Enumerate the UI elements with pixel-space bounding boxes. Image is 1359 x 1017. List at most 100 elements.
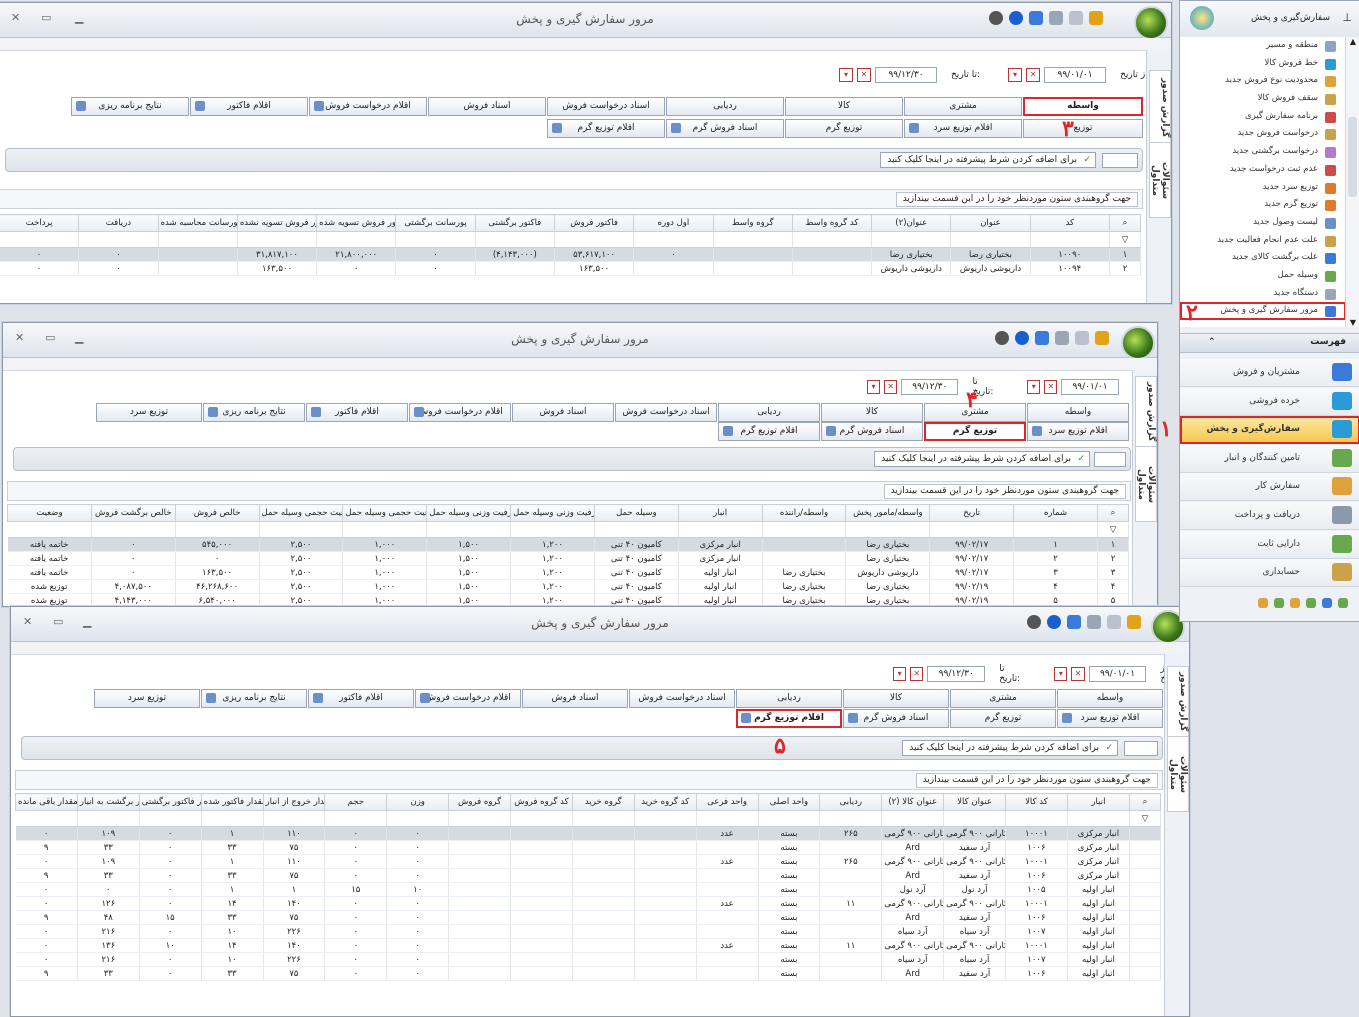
filter-cell[interactable] [316,231,397,248]
column-header[interactable]: تاریخ [929,504,1015,522]
column-header[interactable]: ردیابی [819,793,883,811]
tab[interactable]: نتایج برنامه ریزی [201,689,307,708]
category-item[interactable]: خرده فروشی [1180,387,1359,416]
filter-cell[interactable] [426,521,512,538]
column-header[interactable]: پرداخت [0,214,80,232]
tab[interactable]: اسناد فروش [522,689,628,708]
filter-cell[interactable] [91,521,176,538]
calendar-icon[interactable]: ▾ [1054,667,1068,681]
filter-box[interactable] [1102,153,1138,168]
filter-cell[interactable] [7,521,92,538]
filter-cell[interactable] [762,521,847,538]
filter-cell[interactable] [792,231,873,248]
filter-row[interactable]: ▽ [0,231,1141,248]
filter-cell[interactable] [943,810,1006,827]
tab[interactable]: اقلام توزیع گرم [547,119,665,138]
filter-cell[interactable] [158,231,238,248]
bar-icon[interactable] [1306,598,1316,608]
filter-row[interactable]: ▽ [7,521,1129,538]
filter-cell[interactable] [1067,810,1131,827]
from-date-input[interactable]: ۹۹/۰۱/۰۱ [1061,379,1119,395]
from-date-input[interactable]: ۹۹/۰۱/۰۱ [1088,666,1147,682]
tab[interactable]: ردیابی [666,97,784,116]
filter-cell[interactable] [139,810,202,827]
filter-cell[interactable] [201,810,264,827]
tab[interactable]: اسناد فروش [428,97,546,116]
filter-cell[interactable] [758,810,821,827]
calendar-icon[interactable]: ▾ [839,68,853,82]
tab[interactable]: توزیع گرم [950,709,1056,728]
table-row[interactable]: خاتمه یافته ۰ ۵۴۵,۰۰۰ ۲,۵۰۰ ۱,۰۰۰ ۱,۵۰۰ ۱,۲۰۰ ک… [7,537,1129,552]
column-header[interactable]: مقدار باقی مانده [15,793,78,811]
filter-cell[interactable] [263,810,326,827]
filter-cell[interactable] [678,521,763,538]
filter-cell[interactable] [572,810,635,827]
filter-cell[interactable] [634,810,697,827]
category-item[interactable]: مشتریان و فروش [1180,359,1359,387]
help-icon[interactable] [995,331,1009,345]
column-header[interactable]: انبار [677,504,763,522]
info-icon[interactable] [1015,331,1029,345]
settings-icon[interactable] [1075,331,1089,345]
column-header[interactable]: انبار [1066,793,1131,811]
calendar-icon[interactable]: ▾ [1027,380,1041,394]
settings-icon[interactable] [1069,11,1083,25]
category-item[interactable]: دریافت و پرداخت [1180,502,1359,530]
category-item[interactable]: سفارش کار [1180,473,1359,502]
tab[interactable]: نتایج برنامه ریزی [71,97,189,116]
tab[interactable]: توزیع سرد [94,689,200,708]
panel-item[interactable]: لیست وصول جدید [1180,214,1346,232]
tab[interactable]: توزیع [1023,119,1143,138]
tab[interactable]: اقلام فاکتور [308,689,414,708]
filter-icon[interactable] [1089,11,1103,25]
table-row[interactable]: ۰۱۳۶۱۰۱۴۱۴۰۰۰عددبسته۱۱ماکارانی ۹۰۰ گرمیم… [15,938,1161,953]
clear-icon[interactable]: ✕ [910,667,924,681]
column-header[interactable]: واسطه/راننده [761,504,847,522]
clear-icon[interactable]: ✕ [857,68,871,82]
tab[interactable]: کالا [843,689,949,708]
column-header[interactable]: واحد اصلی [757,793,821,811]
tab[interactable]: مشتری [904,97,1022,116]
tab[interactable]: ردیابی [736,689,842,708]
column-header[interactable]: واسطه/مامور پخش [845,504,931,522]
panel-item[interactable]: عدم ثبت درخواست جدید [1180,161,1346,179]
edit-icon[interactable] [1087,615,1101,629]
info-icon[interactable] [1009,11,1023,25]
column-header[interactable]: وزن [386,793,450,811]
table-row[interactable]: ۰ ۰ ۳۱,۸۱۷,۱۰۰ ۲۱,۸۰۰,۰۰۰ ۰ (۴,۱۴۳,۰۰۰) ۵۳,۶۱۷… [0,247,1141,262]
tab[interactable]: اقلام درخواست فروش [309,97,427,116]
tab[interactable]: اقلام توزیع گرم [736,709,842,728]
filter-cell[interactable] [77,810,140,827]
refresh-icon[interactable] [1035,331,1049,345]
table-row[interactable]: ۰۱۲۶۰۱۴۱۴۰۰۰عددبسته۱۱ماکارانی ۹۰۰ گرمیما… [15,896,1161,911]
to-date-input[interactable]: ۹۹/۱۲/۳۰ [901,379,959,395]
tab[interactable]: واسطه [1057,689,1163,708]
table-row[interactable]: ۰ ۲۱۶ ۰ ۱۰ ۲۲۶ ۰ ۰ بسته آرد سیاه آرد سیاه ۱۰۰۷ انبا… [15,952,1161,967]
column-header[interactable]: عنوان(۲) [871,214,952,232]
filter-box[interactable] [1124,741,1158,756]
filter-cell[interactable] [510,521,595,538]
column-header[interactable]: اول دوره [633,214,714,232]
scrollbar[interactable]: ▲ ▼ [1345,37,1359,327]
tab[interactable]: کالا [785,97,903,116]
tab[interactable]: واسطه [1027,403,1129,422]
column-header[interactable]: دریافت [78,214,159,232]
filter-cell[interactable] [713,231,793,248]
column-header[interactable]: کد گروه واسط [791,214,873,232]
column-header[interactable]: مقدار فاکتور شده [200,793,264,811]
column-header[interactable]: عنوان [950,214,1031,232]
filter-cell[interactable] [696,810,759,827]
column-header[interactable]: مقدار خروج از انبار [262,793,326,811]
to-date-input[interactable]: ۹۹/۱۲/۳۰ [927,666,986,682]
column-header[interactable]: پورسانت برگشتی [395,214,476,232]
table-row[interactable]: ۹ ۳۳ ۰ ۳۳ ۷۵ ۰ ۰ بسته Ard آرد سفید ۱۰۰۶ انبار مرکزی [15,868,1161,883]
bar-icon[interactable] [1274,598,1284,608]
tab-report[interactable]: گزارش صدور [1135,376,1157,448]
filter-cell[interactable] [845,521,931,538]
column-header[interactable]: حداکثر ظرفیت حجمی وسیله حمل [258,504,344,522]
bar-icon[interactable] [1290,598,1300,608]
filter-icon[interactable] [1127,615,1141,629]
filter-cell[interactable] [929,521,1015,538]
to-date-input[interactable]: ۹۹/۱۲/۳۰ [875,67,937,83]
calendar-icon[interactable]: ▾ [893,667,907,681]
